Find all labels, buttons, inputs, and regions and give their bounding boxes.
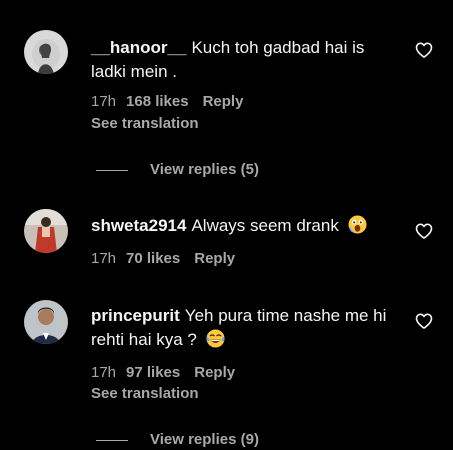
- comment-username[interactable]: __hanoor__: [91, 38, 186, 57]
- avatar[interactable]: [24, 300, 68, 344]
- face-with-tears-of-joy-emoji: [206, 329, 225, 348]
- comment-time: 17h: [91, 364, 117, 381]
- comment-likes[interactable]: 168 likes: [126, 93, 189, 110]
- comment-time: 17h: [91, 250, 117, 267]
- comment-text: princepurit Yeh pura time nashe me hi reh…: [91, 304, 401, 352]
- see-translation-link[interactable]: See translation: [91, 114, 199, 134]
- comment-username[interactable]: shweta2914: [91, 216, 186, 235]
- comment-likes[interactable]: 97 likes: [126, 364, 180, 381]
- heart-outline-icon: [415, 313, 433, 329]
- view-replies-button[interactable]: View replies (5): [96, 160, 259, 180]
- view-replies-label: View replies (5): [150, 161, 259, 178]
- avatar[interactable]: [24, 209, 68, 253]
- heart-outline-icon: [415, 42, 433, 58]
- comment-text: shweta2914 Always seem drank: [91, 214, 401, 238]
- avatar[interactable]: [24, 30, 68, 74]
- replies-divider-line: [96, 169, 128, 171]
- like-button[interactable]: [414, 311, 434, 331]
- like-button[interactable]: [414, 221, 434, 241]
- heart-outline-icon: [415, 223, 433, 239]
- avatar-image-icon: [24, 209, 68, 253]
- avatar-image-icon: [24, 30, 68, 74]
- face-screaming-emoji: [348, 215, 367, 234]
- reply-button[interactable]: Reply: [194, 250, 235, 267]
- comment-meta: 17h 70 likes Reply: [91, 249, 235, 269]
- comment-meta: 17h 97 likes Reply: [91, 363, 235, 383]
- reply-button[interactable]: Reply: [203, 93, 244, 110]
- avatar-image-icon: [24, 300, 68, 344]
- comment-likes[interactable]: 70 likes: [126, 250, 180, 267]
- like-button[interactable]: [414, 40, 434, 60]
- comment-text: __hanoor__ Kuch toh gadbad hai is ladki m…: [91, 36, 401, 84]
- view-replies-label: View replies (9): [150, 431, 259, 448]
- view-replies-button[interactable]: View replies (9): [96, 430, 259, 450]
- comment-body: Always seem drank: [191, 216, 339, 235]
- comment-username[interactable]: princepurit: [91, 306, 180, 325]
- see-translation-link[interactable]: See translation: [91, 384, 199, 404]
- comment-time: 17h: [91, 93, 117, 110]
- comment-meta: 17h 168 likes Reply: [91, 92, 243, 112]
- replies-divider-line: [96, 439, 128, 441]
- reply-button[interactable]: Reply: [194, 364, 235, 381]
